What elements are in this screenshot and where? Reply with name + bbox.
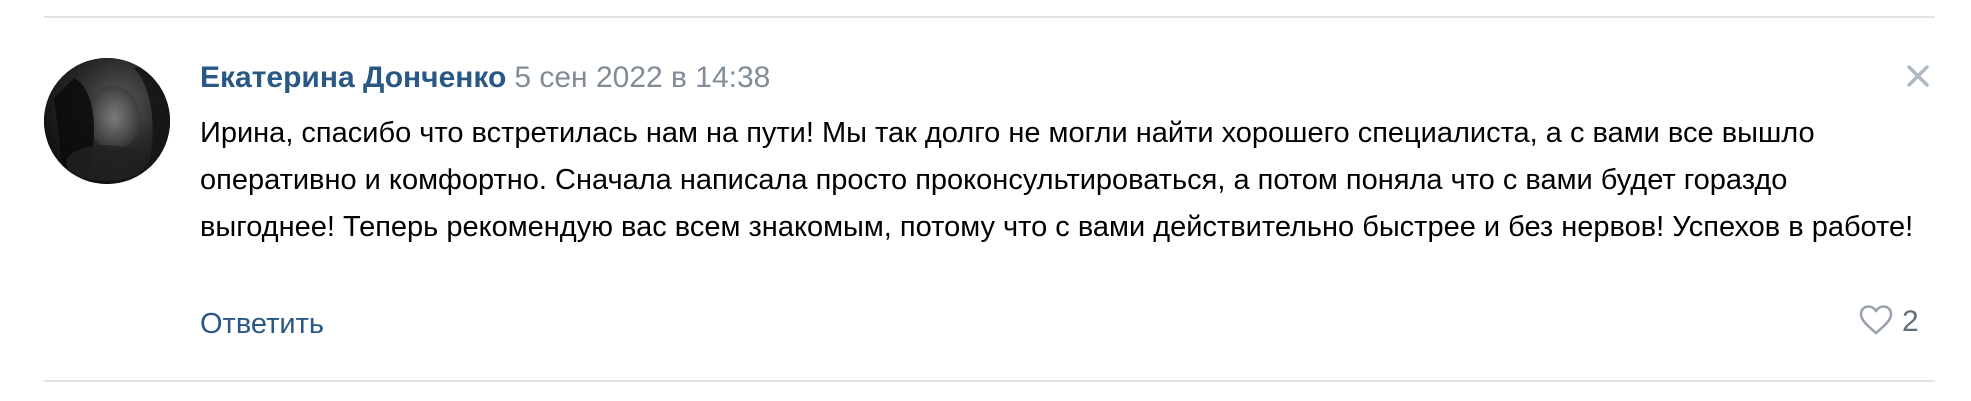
close-button[interactable]	[1898, 58, 1938, 98]
avatar[interactable]	[44, 58, 170, 184]
comment-date[interactable]: 5 сен 2022 в 14:38	[514, 61, 770, 94]
like-button[interactable]: 2	[1858, 302, 1919, 342]
author-name[interactable]: Екатерина Донченко	[200, 61, 506, 94]
comment-header: Екатерина Донченко 5 сен 2022 в 14:38	[200, 58, 770, 98]
reply-button[interactable]: Ответить	[200, 304, 324, 344]
bottom-divider	[44, 380, 1935, 382]
comment: Екатерина Донченко 5 сен 2022 в 14:38 Ири…	[0, 18, 1971, 380]
like-count: 2	[1902, 305, 1919, 338]
heart-outline-icon	[1858, 304, 1894, 341]
close-icon	[1905, 63, 1931, 94]
comment-text: Ирина, спасибо что встретилась нам на пу…	[200, 117, 1914, 243]
